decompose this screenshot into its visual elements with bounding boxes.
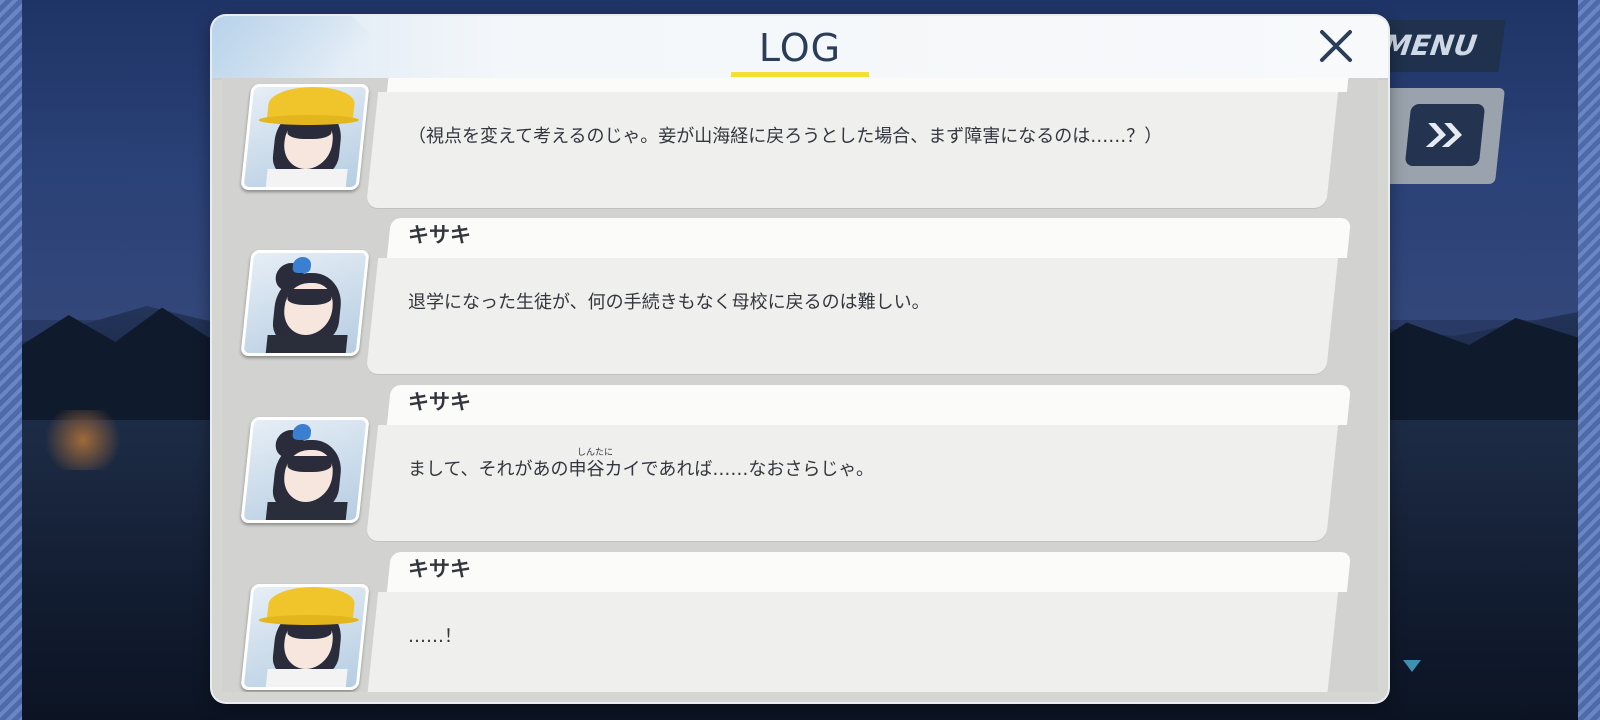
speaker-name-tab: [386, 218, 1352, 258]
dialog-title: LOG: [758, 26, 842, 70]
speaker-avatar: [240, 250, 370, 356]
skip-button[interactable]: [1404, 104, 1486, 166]
message-box: [365, 425, 1339, 541]
speaker-avatar: [240, 584, 370, 690]
speaker-avatar: [240, 417, 370, 523]
log-entry: キサキ 退学になった生徒が、何の手続きもなく母校に戻るのは難しい。: [222, 210, 1378, 374]
log-entry: キサキ （視点を変えて考えるのじゃ。妾が山海経に戻ろうとした場合、まず障害になる…: [222, 78, 1378, 208]
speaker-name-tab: [386, 78, 1352, 92]
left-stripe-border: [0, 0, 22, 720]
speaker-name: キサキ: [408, 557, 471, 581]
speaker-name: キサキ: [408, 390, 471, 414]
message-text: （視点を変えて考えるのじゃ。妾が山海経に戻ろうとした場合、まず障害になるのは………: [408, 126, 1163, 147]
right-stripe-border: [1578, 0, 1600, 720]
log-dialog: LOG キサキ （視点を変えて考えるのじゃ。妾が山海経に戻ろうとした場合、まず障…: [212, 16, 1388, 702]
message-text: 退学になった生徒が、何の手続きもなく母校に戻るのは難しい。: [408, 292, 930, 313]
speaker-name-tab: [386, 385, 1352, 425]
message-text: まして、それがあの申谷カイであれば……なおさらじゃ。: [408, 459, 875, 480]
speaker-name-tab: [386, 552, 1352, 592]
title-underline: [731, 72, 869, 77]
log-list[interactable]: キサキ （視点を変えて考えるのじゃ。妾が山海経に戻ろうとした場合、まず障害になる…: [222, 78, 1378, 692]
speaker-avatar: [240, 84, 370, 190]
close-button[interactable]: [1316, 26, 1356, 66]
fast-forward-icon: [1425, 123, 1462, 147]
message-text: ……！: [408, 626, 462, 647]
speaker-name: キサキ: [408, 223, 471, 247]
close-icon: [1320, 30, 1352, 62]
dialog-header: LOG: [212, 16, 1388, 80]
log-entry: キサキ しんたに まして、それがあの申谷カイであれば……なおさらじゃ。: [222, 377, 1378, 541]
message-box: [365, 258, 1339, 374]
triangle-down-icon: [1403, 660, 1421, 672]
log-entry: キサキ ……！: [222, 544, 1378, 692]
message-box: [365, 592, 1339, 692]
message-box: [365, 92, 1339, 208]
lamp-glow: [38, 410, 128, 470]
speaker-name: キサキ: [408, 78, 471, 90]
